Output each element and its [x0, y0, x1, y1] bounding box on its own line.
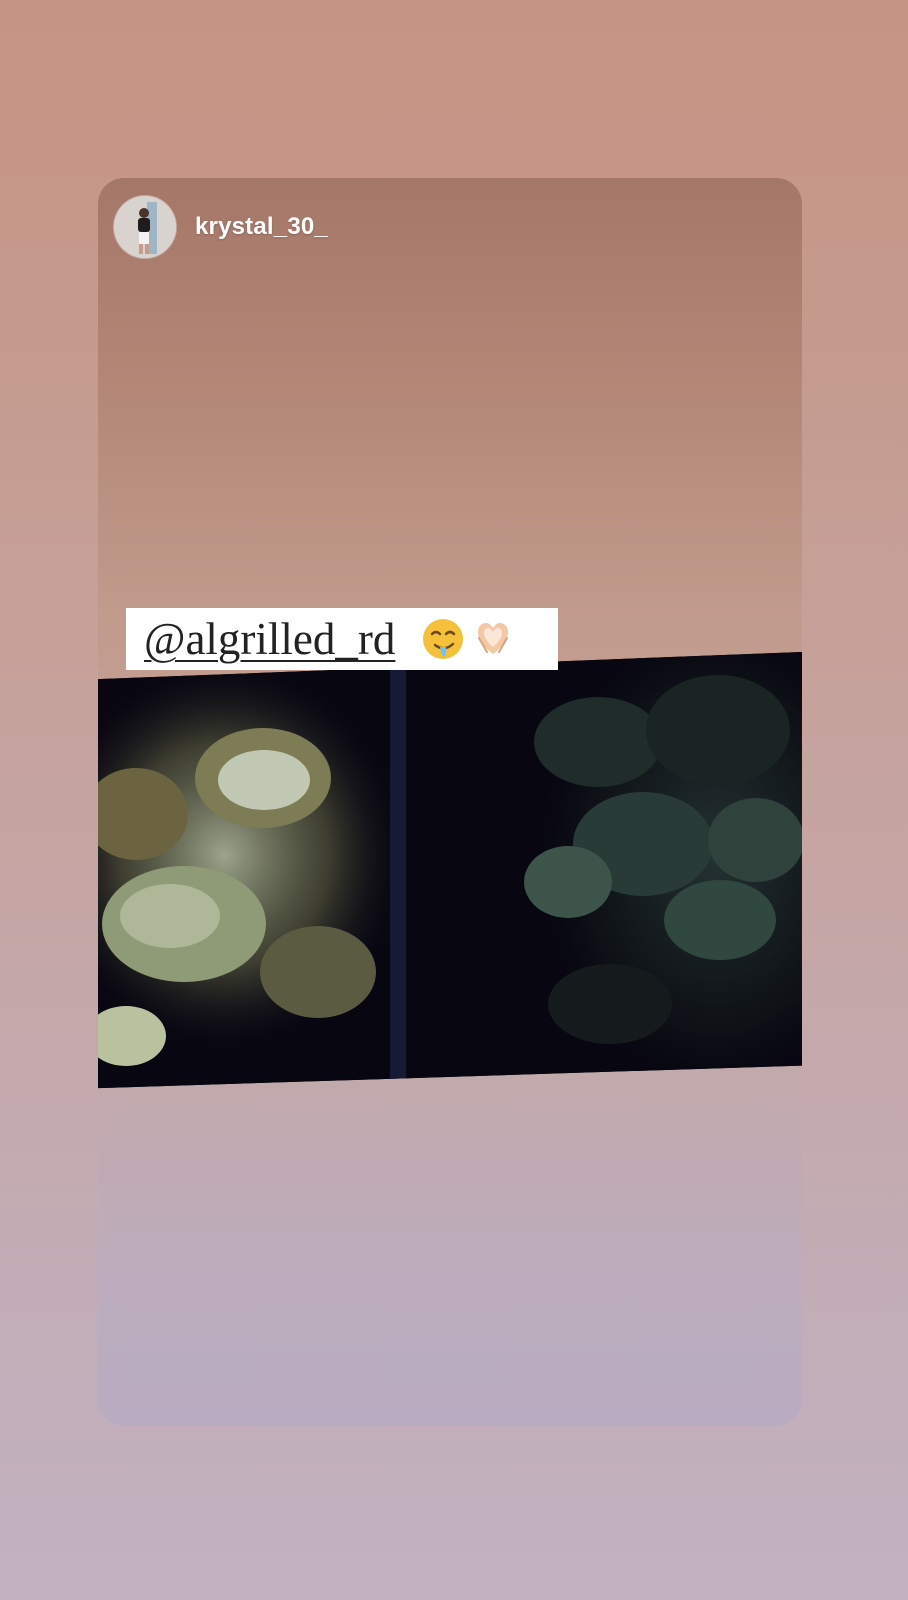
mention-sticker[interactable]: @algrilled_rd [126, 608, 558, 670]
drooling-face-emoji [423, 619, 464, 659]
food-photo [98, 652, 802, 1089]
mention-emojis [420, 616, 516, 662]
mention-text[interactable]: @algrilled_rd [144, 616, 395, 662]
username[interactable]: krystal_30_ [195, 213, 328, 241]
heart-hands-emoji [478, 623, 509, 654]
story-header: krystal_30_ [114, 195, 328, 259]
profile-avatar[interactable] [114, 196, 176, 258]
story-card[interactable]: krystal_30_ @algrilled_rd [98, 178, 802, 1426]
